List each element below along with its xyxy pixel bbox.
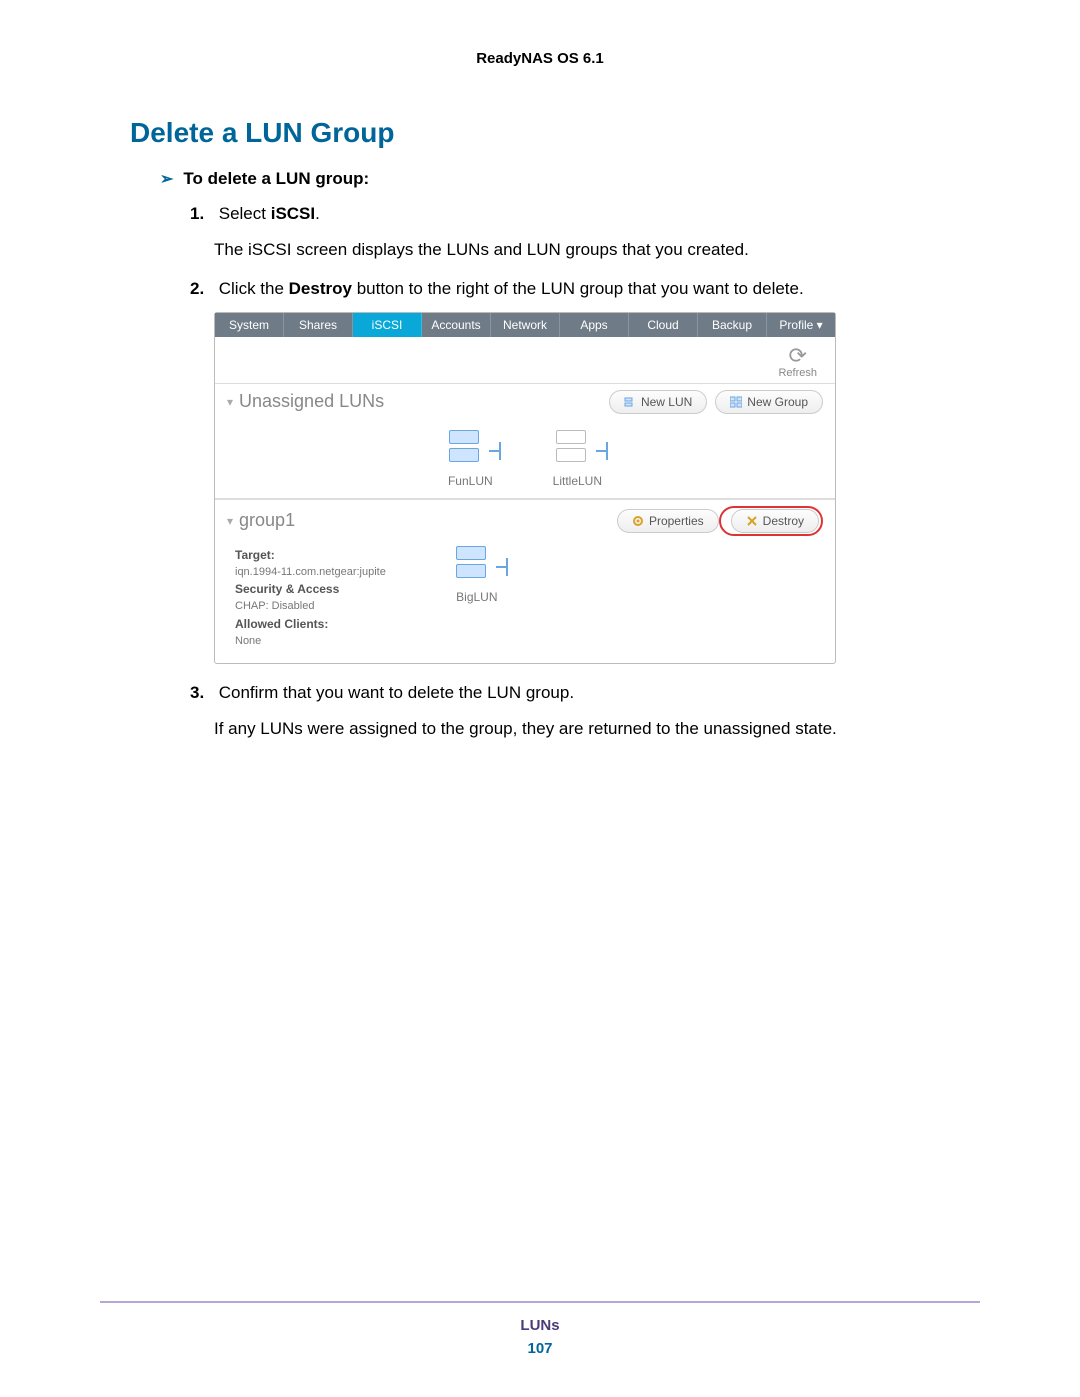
new-lun-button[interactable]: New LUN xyxy=(609,390,707,414)
step-3-text: Confirm that you want to delete the LUN … xyxy=(219,683,574,702)
security-label: Security & Access xyxy=(235,580,386,598)
destroy-button[interactable]: Destroy xyxy=(731,509,819,533)
unassigned-luns-header[interactable]: Unassigned LUNs xyxy=(227,391,601,412)
step-3-cont: If any LUNs were assigned to the group, … xyxy=(214,716,980,742)
lun-label: BigLUN xyxy=(456,590,498,604)
nav-accounts[interactable]: Accounts xyxy=(422,313,491,337)
target-value: iqn.1994-11.com.netgear:jupite xyxy=(235,564,386,581)
step-number: 1. xyxy=(190,201,214,227)
nav-iscsi[interactable]: iSCSI xyxy=(353,313,422,337)
section-title: Delete a LUN Group xyxy=(130,117,980,149)
new-group-label: New Group xyxy=(747,395,808,409)
lun-icon xyxy=(449,430,491,470)
clients-value: None xyxy=(235,633,386,650)
group1-header[interactable]: group1 xyxy=(227,510,609,531)
lun-label: FunLUN xyxy=(448,474,493,488)
step-3: 3. Confirm that you want to delete the L… xyxy=(190,680,980,706)
nav-system[interactable]: System xyxy=(215,313,284,337)
lun-icon xyxy=(556,430,598,470)
step-1: 1. Select iSCSI. xyxy=(190,201,980,227)
nav-shares[interactable]: Shares xyxy=(284,313,353,337)
new-group-button[interactable]: New Group xyxy=(715,390,823,414)
nav-profile[interactable]: Profile ▾ xyxy=(767,313,835,337)
destroy-icon xyxy=(746,515,758,527)
refresh-button[interactable]: ⟳ Refresh xyxy=(778,345,817,379)
clients-label: Allowed Clients: xyxy=(235,615,386,633)
footer-page-number: 107 xyxy=(100,1340,980,1357)
lun-item-littlelun[interactable]: LittleLUN xyxy=(553,430,602,488)
group-metadata: Target: iqn.1994-11.com.netgear:jupite S… xyxy=(235,546,386,650)
lun-icon xyxy=(624,396,636,408)
new-lun-label: New LUN xyxy=(641,395,692,409)
step-number: 2. xyxy=(190,276,214,302)
doc-header: ReadyNAS OS 6.1 xyxy=(100,50,980,67)
group-icon xyxy=(730,396,742,408)
screenshot-panel: System Shares iSCSI Accounts Network App… xyxy=(214,312,836,665)
nav-network[interactable]: Network xyxy=(491,313,560,337)
refresh-icon: ⟳ xyxy=(778,345,817,367)
nav-backup[interactable]: Backup xyxy=(698,313,767,337)
step-1-cont: The iSCSI screen displays the LUNs and L… xyxy=(214,237,980,263)
properties-button[interactable]: Properties xyxy=(617,509,719,533)
destroy-highlight: Destroy xyxy=(719,506,823,536)
nav-apps[interactable]: Apps xyxy=(560,313,629,337)
lun-label: LittleLUN xyxy=(553,474,602,488)
procedure-title: To delete a LUN group: xyxy=(160,169,980,189)
destroy-label: Destroy xyxy=(763,514,804,528)
nav-cloud[interactable]: Cloud xyxy=(629,313,698,337)
lun-item-funlun[interactable]: FunLUN xyxy=(448,430,493,488)
step-number: 3. xyxy=(190,680,214,706)
step-2: 2. Click the Destroy button to the right… xyxy=(190,276,980,302)
properties-label: Properties xyxy=(649,514,704,528)
nav-bar: System Shares iSCSI Accounts Network App… xyxy=(215,313,835,337)
target-label: Target: xyxy=(235,546,386,564)
footer-section-label: LUNs xyxy=(100,1317,980,1334)
page-footer: LUNs 107 xyxy=(100,1301,980,1357)
refresh-label: Refresh xyxy=(778,367,817,379)
lun-icon xyxy=(456,546,498,586)
security-value: CHAP: Disabled xyxy=(235,598,386,615)
gear-icon xyxy=(632,515,644,527)
lun-item-biglun[interactable]: BigLUN xyxy=(456,546,498,650)
